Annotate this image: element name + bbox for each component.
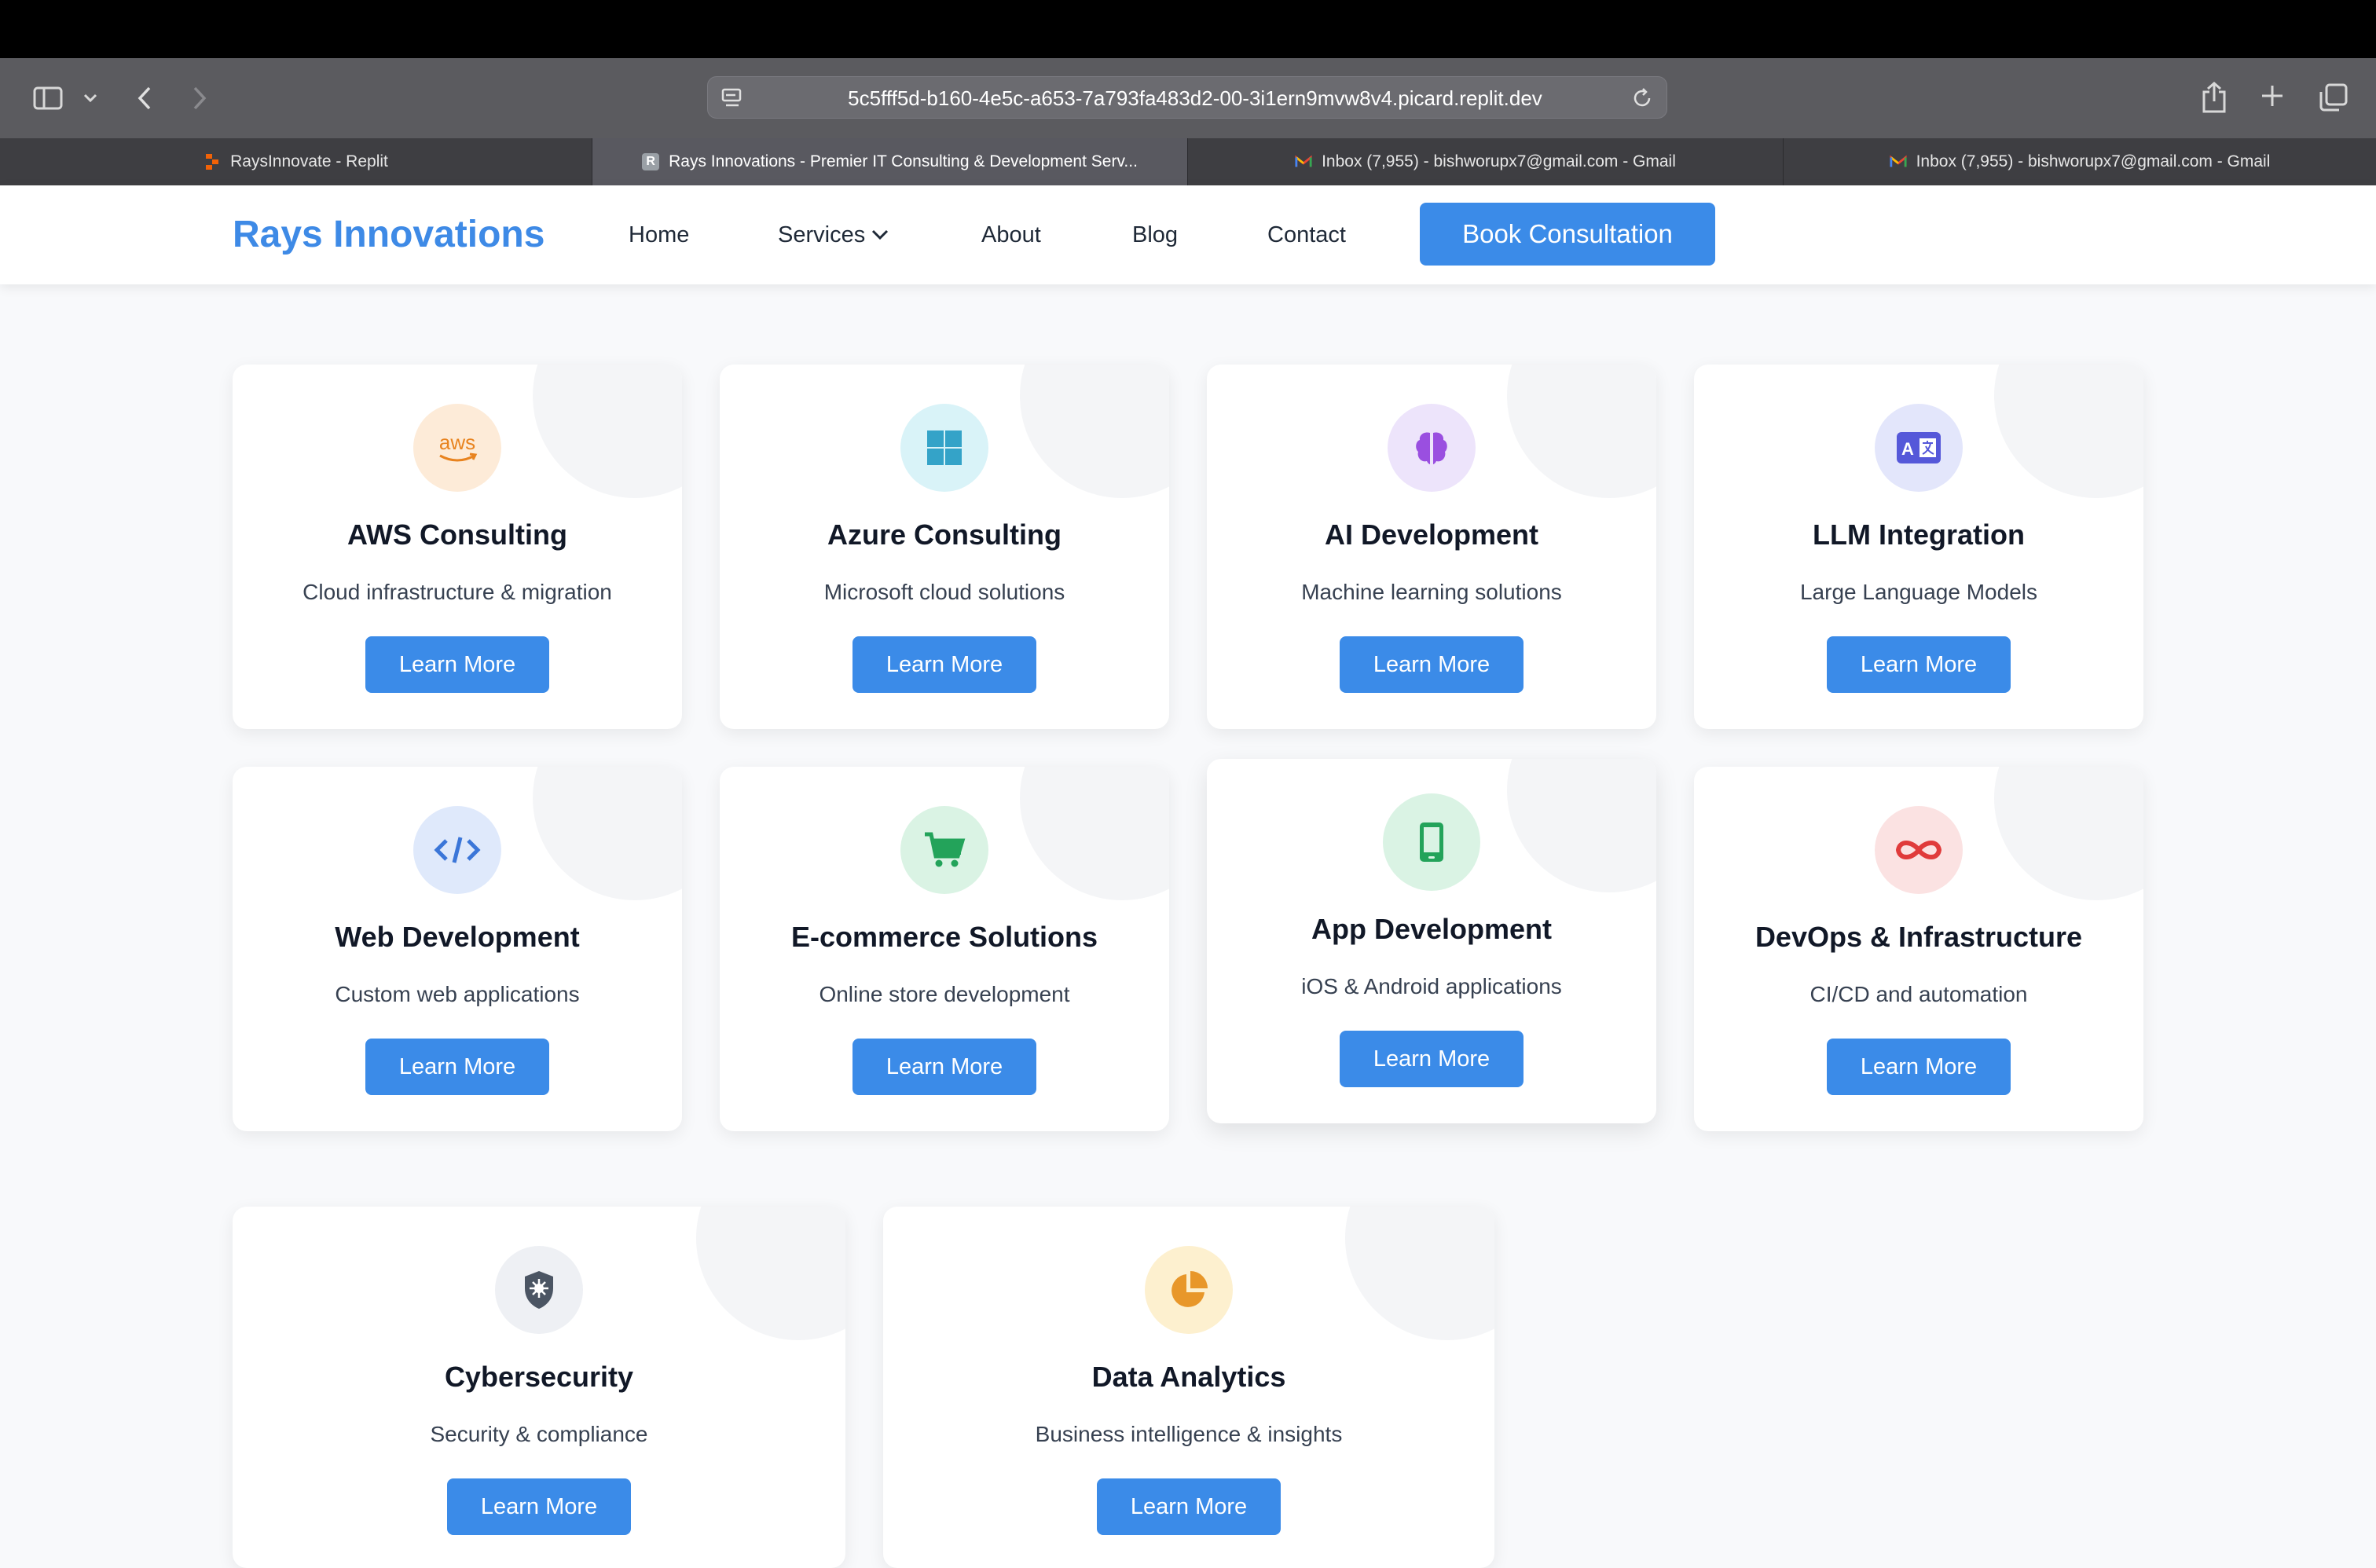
svg-text:aws: aws xyxy=(439,430,475,454)
card-description: Microsoft cloud solutions xyxy=(823,580,1065,604)
service-card-devops: DevOps & Infrastructure CI/CD and automa… xyxy=(1694,767,2143,1131)
book-consultation-button[interactable]: Book Consultation xyxy=(1420,203,1715,266)
aws-icon: aws xyxy=(413,404,501,492)
learn-more-button[interactable]: Learn More xyxy=(1340,1031,1524,1087)
reload-icon[interactable] xyxy=(1629,85,1656,112)
learn-more-button[interactable]: Learn More xyxy=(1340,636,1524,693)
service-card-ecommerce: E-commerce Solutions Online store develo… xyxy=(720,767,1169,1131)
card-description: Machine learning solutions xyxy=(1301,580,1562,604)
card-title: Azure Consulting xyxy=(827,518,1062,551)
tab-label: Inbox (7,955) - bishworupx7@gmail.com - … xyxy=(1916,152,2271,170)
card-decoration xyxy=(696,1207,845,1340)
windows-icon xyxy=(900,404,988,492)
card-description: Cloud infrastructure & migration xyxy=(302,580,612,604)
service-card-azure: Azure Consulting Microsoft cloud solutio… xyxy=(720,365,1169,729)
site-header: Rays Innovations Home Services About Blo… xyxy=(0,185,2376,284)
card-title: AI Development xyxy=(1324,518,1539,551)
nav-contact[interactable]: Contact xyxy=(1267,185,1346,284)
tab-label: Rays Innovations - Premier IT Consulting… xyxy=(669,152,1138,170)
mobile-icon xyxy=(1383,793,1480,891)
learn-more-button[interactable]: Learn More xyxy=(1827,636,2011,693)
system-top-bar xyxy=(0,0,2376,58)
tab-gmail-1[interactable]: Inbox (7,955) - bishworupx7@gmail.com - … xyxy=(1188,138,1784,185)
tab-gmail-2[interactable]: Inbox (7,955) - bishworupx7@gmail.com - … xyxy=(1784,138,2376,185)
service-card-aws: aws AWS Consulting Cloud infrastructure … xyxy=(233,365,682,729)
chevron-down-icon[interactable] xyxy=(80,88,101,108)
card-description: Business intelligence & insights xyxy=(1035,1422,1343,1446)
card-decoration xyxy=(1507,759,1656,892)
tab-rays-innovations[interactable]: R Rays Innovations - Premier IT Consulti… xyxy=(592,138,1188,185)
learn-more-button[interactable]: Learn More xyxy=(447,1478,631,1535)
nav-services[interactable]: Services xyxy=(778,185,889,284)
card-title: AWS Consulting xyxy=(347,518,567,551)
card-title: E-commerce Solutions xyxy=(790,921,1098,953)
learn-more-button[interactable]: Learn More xyxy=(1097,1478,1281,1535)
share-icon[interactable] xyxy=(2197,77,2231,118)
brain-icon xyxy=(1388,404,1476,492)
learn-more-button[interactable]: Learn More xyxy=(365,1039,549,1095)
cart-icon xyxy=(900,806,988,894)
learn-more-button[interactable]: Learn More xyxy=(852,636,1036,693)
brand-logo[interactable]: Rays Innovations xyxy=(233,185,544,284)
sidebar-toggle-icon[interactable] xyxy=(31,82,64,115)
tab-replit[interactable]: RaysInnovate - Replit xyxy=(0,138,592,185)
card-title: LLM Integration xyxy=(1813,518,2025,551)
gmail-icon xyxy=(1890,153,1907,170)
card-title: DevOps & Infrastructure xyxy=(1754,921,2083,953)
address-bar[interactable]: 5c5fff5d-b160-4e5c-a653-7a793fa483d2-00-… xyxy=(707,76,1667,119)
replit-icon xyxy=(204,153,221,170)
service-card-cybersecurity: Cybersecurity Security & compliance Lear… xyxy=(233,1207,845,1568)
tab-label: RaysInnovate - Replit xyxy=(230,152,388,170)
service-card-web: Web Development Custom web applications … xyxy=(233,767,682,1131)
card-decoration xyxy=(1994,767,2143,900)
card-decoration xyxy=(1507,365,1656,498)
service-card-app: App Development iOS & Android applicatio… xyxy=(1207,759,1656,1123)
nav-home[interactable]: Home xyxy=(629,185,689,284)
site-favicon-icon: R xyxy=(642,153,660,170)
svg-text:A: A xyxy=(1901,439,1914,459)
card-description: Large Language Models xyxy=(1799,580,2037,604)
learn-more-button[interactable]: Learn More xyxy=(852,1039,1036,1095)
card-decoration xyxy=(1994,365,2143,498)
card-description: Custom web applications xyxy=(335,982,580,1006)
card-decoration xyxy=(1345,1207,1494,1340)
learn-more-button[interactable]: Learn More xyxy=(1827,1039,2011,1095)
back-arrow-icon[interactable] xyxy=(130,82,159,115)
card-decoration xyxy=(533,767,682,900)
page-settings-icon[interactable] xyxy=(719,85,746,112)
gmail-icon xyxy=(1295,153,1312,170)
card-title: Data Analytics xyxy=(1091,1361,1286,1393)
card-description: Security & compliance xyxy=(430,1422,648,1446)
shield-icon xyxy=(495,1246,583,1334)
chevron-down-icon xyxy=(871,229,889,240)
learn-more-button[interactable]: Learn More xyxy=(365,636,549,693)
card-decoration xyxy=(1020,365,1169,498)
service-card-data-analytics: Data Analytics Business intelligence & i… xyxy=(883,1207,1494,1568)
card-description: Online store development xyxy=(819,982,1070,1006)
card-title: App Development xyxy=(1311,913,1553,945)
card-description: iOS & Android applications xyxy=(1301,974,1562,998)
service-card-ai: AI Development Machine learning solution… xyxy=(1207,365,1656,729)
translate-icon: A xyxy=(1875,404,1963,492)
nav-blog[interactable]: Blog xyxy=(1132,185,1178,284)
card-decoration xyxy=(1020,767,1169,900)
forward-arrow-icon[interactable] xyxy=(185,82,214,115)
pie-chart-icon xyxy=(1145,1246,1233,1334)
card-title: Web Development xyxy=(335,921,580,953)
tab-overview-icon[interactable] xyxy=(2316,80,2351,115)
card-decoration xyxy=(533,365,682,498)
nav-about[interactable]: About xyxy=(981,185,1041,284)
card-description: CI/CD and automation xyxy=(1810,982,2028,1006)
new-tab-icon[interactable] xyxy=(2257,80,2288,112)
infinity-icon xyxy=(1875,806,1963,894)
service-card-llm: A LLM Integration Large Language Models … xyxy=(1694,365,2143,729)
card-title: Cybersecurity xyxy=(444,1361,634,1393)
code-icon xyxy=(413,806,501,894)
tab-label: Inbox (7,955) - bishworupx7@gmail.com - … xyxy=(1322,152,1676,170)
nav-services-label: Services xyxy=(778,222,866,247)
url-text[interactable]: 5c5fff5d-b160-4e5c-a653-7a793fa483d2-00-… xyxy=(810,77,1580,119)
